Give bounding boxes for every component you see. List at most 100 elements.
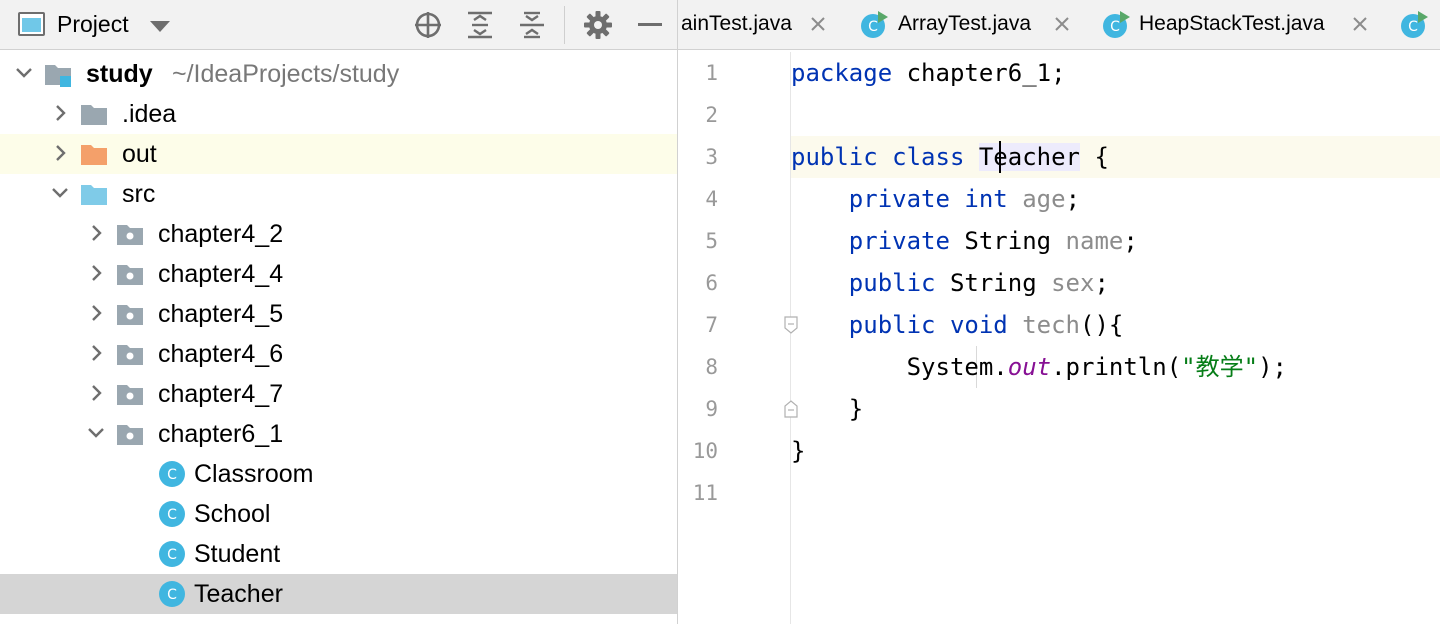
class-icon: C <box>158 460 186 488</box>
chevron-right-icon[interactable] <box>86 214 106 254</box>
close-icon[interactable] <box>808 14 828 34</box>
chevron-right-icon[interactable] <box>86 254 106 294</box>
line-number: 7 <box>705 313 718 337</box>
tree-item-idea[interactable]: .idea <box>0 94 677 134</box>
code-line-10: } <box>791 437 806 465</box>
chevron-down-icon[interactable] <box>86 414 106 454</box>
tree-item-label: study <box>86 60 153 88</box>
svg-text:C: C <box>868 19 878 35</box>
chevron-down-icon[interactable] <box>14 54 34 94</box>
close-icon[interactable] <box>1350 14 1370 34</box>
tree-item-chapter4-6[interactable]: chapter4_6 <box>0 334 677 374</box>
tree-item-chapter4-2[interactable]: chapter4_2 <box>0 214 677 254</box>
tab-arraytest[interactable]: C ArrayTest.java <box>858 0 1088 49</box>
editor-area: ainTest.java C ArrayTest.java C HeapStac… <box>677 0 1440 624</box>
code-line-4: private int age; <box>848 185 1081 213</box>
class-icon: C <box>158 580 186 608</box>
expand-all-icon[interactable] <box>464 9 496 41</box>
package-icon <box>116 300 144 328</box>
chevron-right-icon[interactable] <box>86 374 106 414</box>
close-icon[interactable] <box>1052 14 1072 34</box>
folder-icon <box>80 100 108 128</box>
text-caret <box>999 141 1001 173</box>
code-line-5: private String name; <box>848 227 1138 255</box>
tree-item-label: chapter4_7 <box>158 380 284 408</box>
class-icon: C <box>158 500 186 528</box>
line-number: 8 <box>705 355 718 379</box>
svg-text:C: C <box>1110 19 1120 35</box>
package-icon <box>116 260 144 288</box>
line-number: 10 <box>692 439 718 463</box>
package-icon <box>116 220 144 248</box>
tree-item-label: Student <box>194 540 281 568</box>
tree-item-label: Classroom <box>194 460 314 488</box>
code-area[interactable]: package chapter6_1; public class Teacher… <box>791 52 1440 624</box>
runnable-class-icon: C <box>1103 11 1130 38</box>
tree-item-chapter6-1[interactable]: chapter6_1 <box>0 414 677 454</box>
tree-item-chapter4-7[interactable]: chapter4_7 <box>0 374 677 414</box>
excluded-folder-icon <box>80 140 108 168</box>
editor-tabs: ainTest.java C ArrayTest.java C HeapStac… <box>678 0 1440 50</box>
package-icon <box>116 420 144 448</box>
tree-item-chapter4-5[interactable]: chapter4_5 <box>0 294 677 334</box>
class-name-highlight: Teacher <box>978 143 1080 171</box>
tree-item-label: chapter4_6 <box>158 340 284 368</box>
chevron-down-icon[interactable] <box>150 21 170 32</box>
package-icon <box>116 340 144 368</box>
svg-text:C: C <box>167 507 177 523</box>
chevron-right-icon[interactable] <box>86 334 106 374</box>
tab-maintest[interactable]: ainTest.java <box>678 0 848 49</box>
project-tree: study ~/IdeaProjects/study .idea out src chap… <box>0 54 677 614</box>
tree-item-label: src <box>122 180 156 208</box>
tree-item-label: chapter6_1 <box>158 420 284 448</box>
line-number: 5 <box>705 229 718 253</box>
tree-item-label: .idea <box>122 100 177 128</box>
tree-item-classroom[interactable]: C Classroom <box>0 454 677 494</box>
project-view-icon <box>18 12 45 36</box>
tab-heapstacktest[interactable]: C HeapStackTest.java <box>1100 0 1380 49</box>
code-line-8: System.out.println("教学"); <box>906 353 1287 381</box>
tree-item-teacher[interactable]: C Teacher <box>0 574 677 614</box>
tree-item-student[interactable]: C Student <box>0 534 677 574</box>
runnable-class-icon: C <box>1401 11 1428 38</box>
project-path-label: ~/IdeaProjects/study <box>172 60 400 88</box>
tree-item-study[interactable]: study ~/IdeaProjects/study <box>0 54 677 94</box>
tree-item-src[interactable]: src <box>0 174 677 214</box>
project-panel-header: Project <box>0 0 677 50</box>
project-tool-window: Project study ~/IdeaProjects/study .idea… <box>0 0 677 624</box>
hide-panel-icon[interactable] <box>638 23 662 26</box>
tree-item-chapter4-4[interactable]: chapter4_4 <box>0 254 677 294</box>
code-line-3: public class Teacher { <box>791 136 1440 178</box>
tab-label: ainTest.java <box>681 12 792 35</box>
tree-item-label: Teacher <box>194 580 283 608</box>
code-line-6: public String sex; <box>848 269 1109 297</box>
line-number: 11 <box>692 481 718 505</box>
tab-label: HeapStackTest.java <box>1139 12 1325 35</box>
line-number: 6 <box>705 271 718 295</box>
tree-item-label: chapter4_2 <box>158 220 284 248</box>
chevron-right-icon[interactable] <box>50 134 70 174</box>
chevron-right-icon[interactable] <box>50 94 70 134</box>
tree-item-school[interactable]: C School <box>0 494 677 534</box>
tab-overflow[interactable]: C <box>1400 0 1440 49</box>
package-icon <box>116 380 144 408</box>
line-number: 1 <box>705 61 718 85</box>
class-icon: C <box>158 540 186 568</box>
line-number: 3 <box>705 145 718 169</box>
code-line-7: public void tech(){ <box>848 311 1124 339</box>
tree-item-label: out <box>122 140 157 168</box>
locate-file-icon[interactable] <box>412 9 444 41</box>
svg-text:C: C <box>1408 19 1418 35</box>
tree-item-label: School <box>194 500 271 528</box>
tree-item-out[interactable]: out <box>0 134 677 174</box>
chevron-right-icon[interactable] <box>86 294 106 334</box>
line-number: 9 <box>705 397 718 421</box>
project-panel-title[interactable]: Project <box>57 11 129 38</box>
chevron-down-icon[interactable] <box>50 174 70 214</box>
collapse-all-icon[interactable] <box>516 9 548 41</box>
gear-icon[interactable] <box>582 9 614 41</box>
svg-text:C: C <box>167 467 177 483</box>
code-line-1: package chapter6_1; <box>791 59 1066 87</box>
